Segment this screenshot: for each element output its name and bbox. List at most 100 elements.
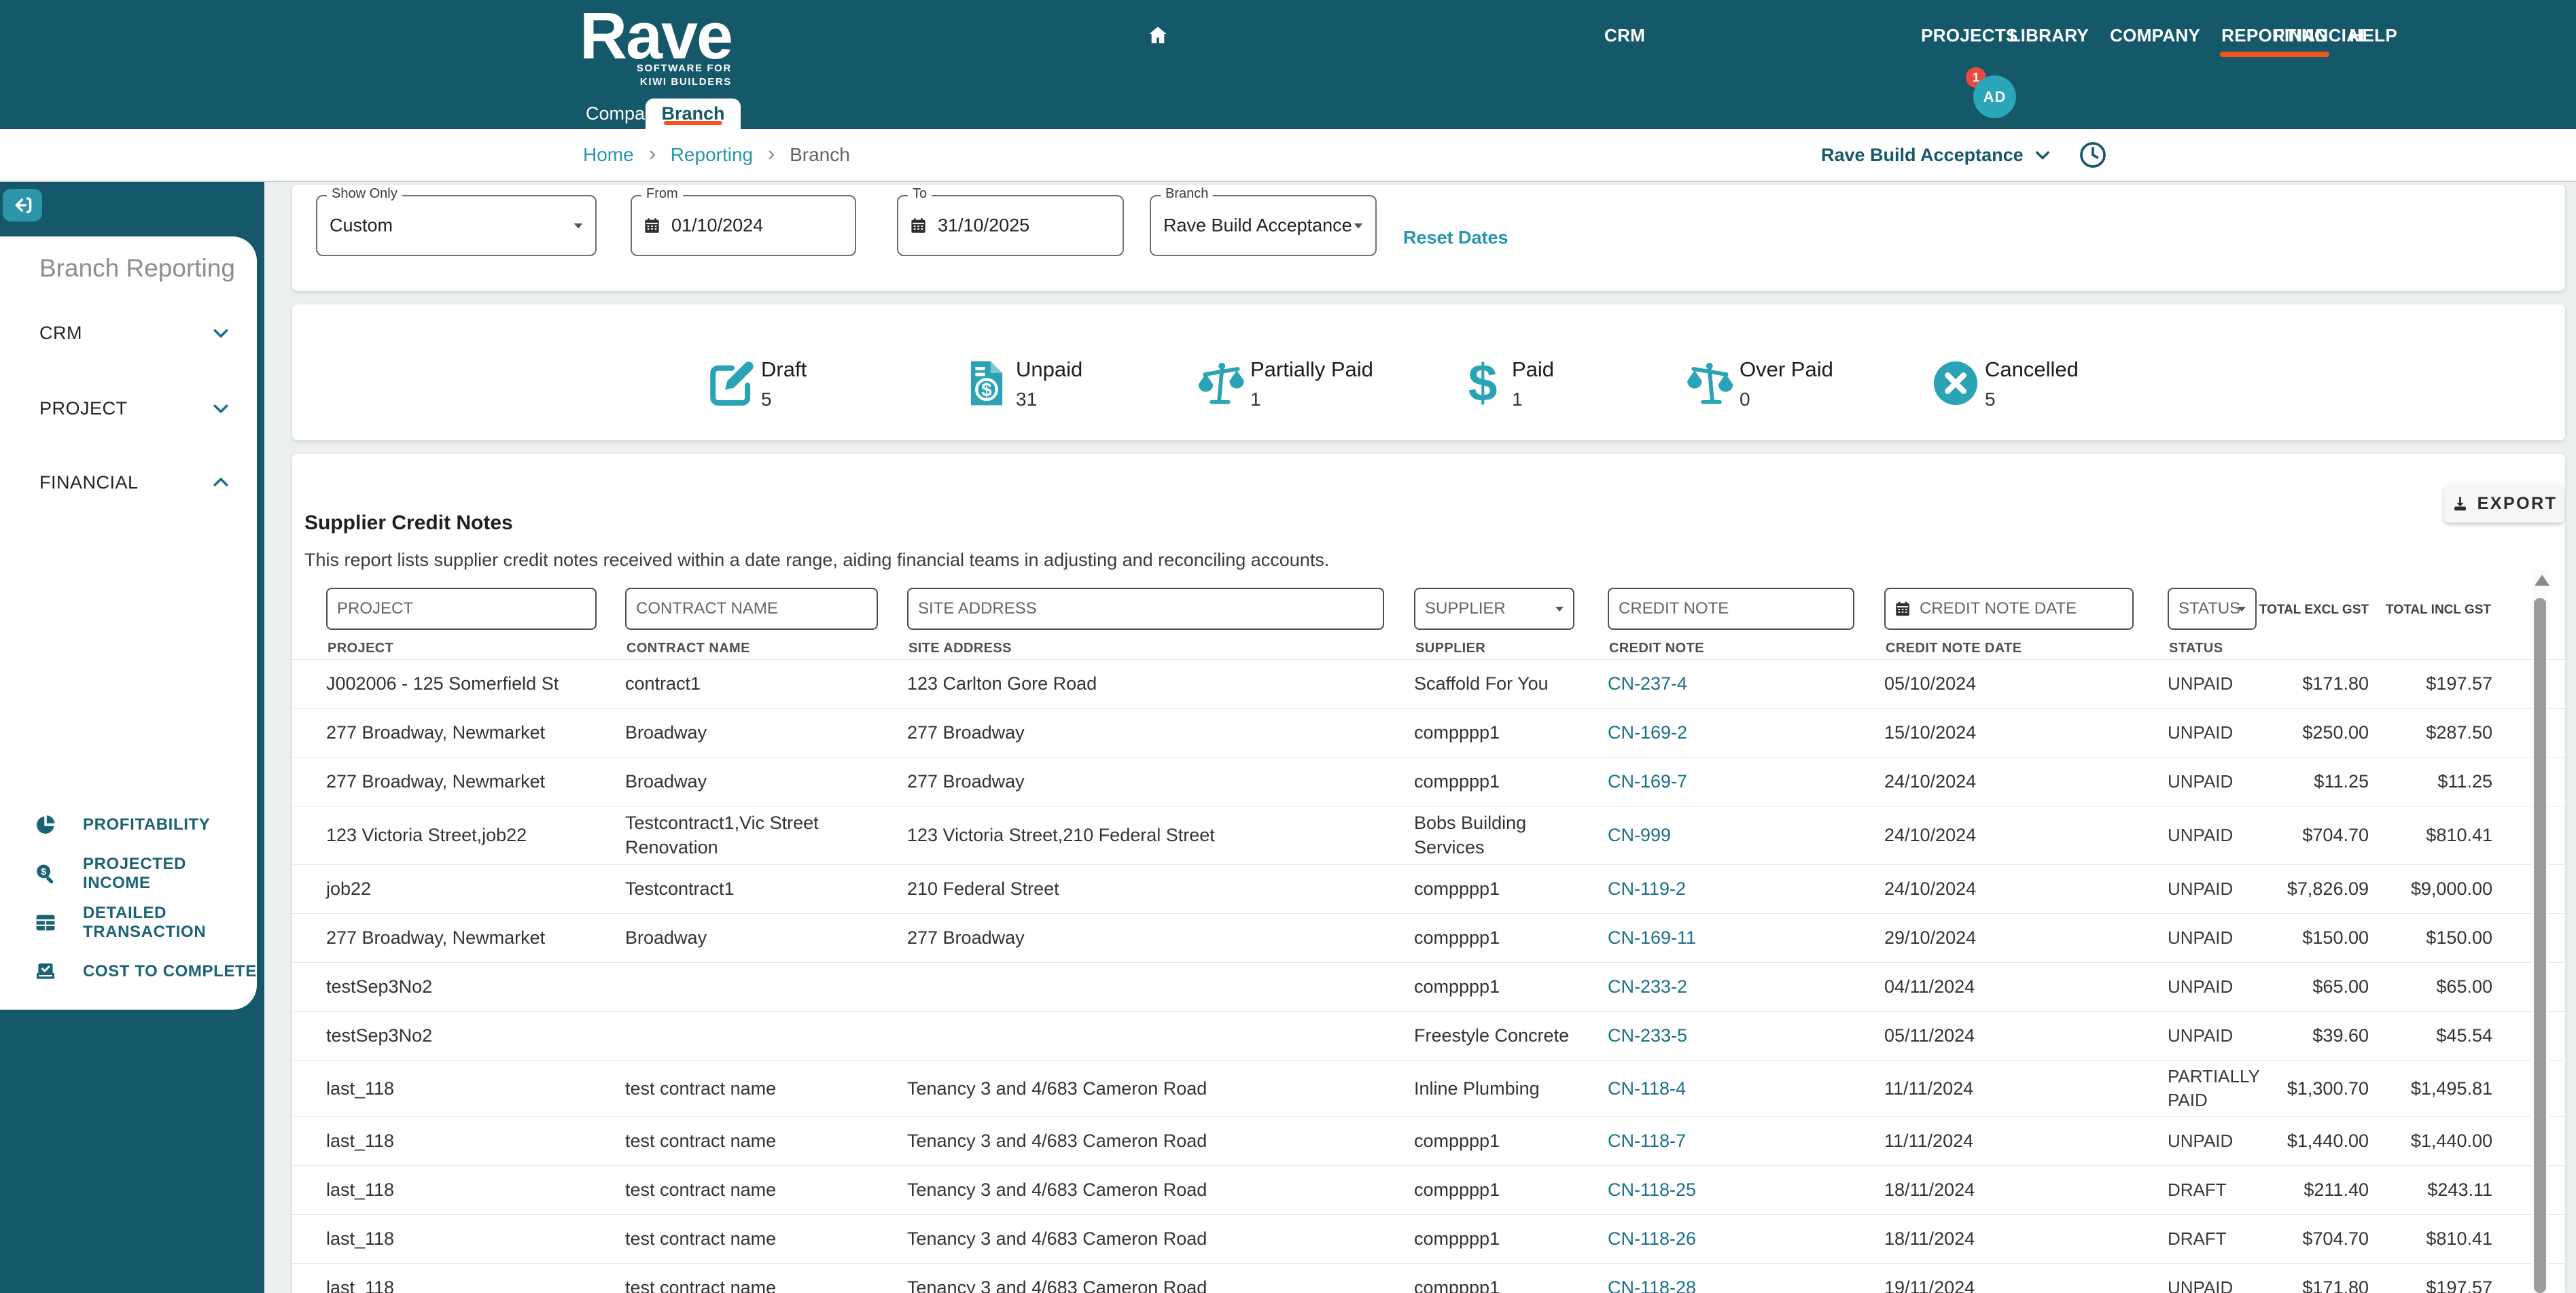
- cell-status: UNPAID: [2168, 673, 2234, 694]
- sidebar-item[interactable]: PROFITABILITY: [0, 800, 257, 849]
- cell-status: UNPAID: [2168, 976, 2234, 997]
- cell-total-incl-gst: $45.54: [2436, 1025, 2492, 1046]
- cell-total-incl-gst: $9,000.00: [2410, 879, 2492, 900]
- cell-project: testSep3No2: [326, 976, 433, 997]
- status-count: 5: [761, 389, 772, 410]
- status-item[interactable]: Cancelled 5: [1930, 356, 2079, 410]
- cell-total-excl-gst: $171.80: [2302, 673, 2369, 694]
- scrollbar-up-arrow[interactable]: [2535, 575, 2549, 586]
- projected-income-icon: $: [34, 862, 57, 885]
- avatar[interactable]: AD: [1973, 75, 2016, 118]
- cell-supplier: compppp1: [1414, 927, 1500, 949]
- top-bar: Rave SOFTWARE FOR KIWI BUILDERS CRM PROJE…: [0, 0, 2576, 129]
- to-date-field[interactable]: To 31/10/2025: [897, 186, 1124, 256]
- cell-site-address: Tenancy 3 and 4/683 Cameron Road: [907, 1228, 1207, 1250]
- status-item[interactable]: Partially Paid 1: [1196, 356, 1373, 410]
- reset-dates-link[interactable]: Reset Dates: [1403, 228, 1508, 249]
- sidebar-collapse-button[interactable]: [3, 189, 42, 222]
- table-row: 123 Victoria Street,job22 Testcontract1,…: [292, 807, 2565, 865]
- credit-note-date-filter[interactable]: [1884, 588, 2134, 630]
- cell-status: UNPAID: [2168, 1025, 2234, 1046]
- supplier-filter-input[interactable]: [1415, 589, 1573, 628]
- sidebar-item[interactable]: DETAILED TRANSACTION: [0, 898, 257, 947]
- over-paid-icon: [1685, 356, 1735, 410]
- credit-note-filter: [1608, 588, 1854, 630]
- credit-note-link[interactable]: CN-169-11: [1608, 925, 1812, 950]
- tab-branch[interactable]: Branch: [646, 99, 741, 129]
- clock-icon[interactable]: [2078, 140, 2108, 170]
- sidebar-panel: Branch Reporting CRM PROJECT FINANCIAL C…: [0, 236, 1880, 1010]
- sidebar-items: CLIENT INVOICES QUOTE REQUESTS QUOTES $ …: [0, 507, 1880, 996]
- home-icon[interactable]: [1147, 24, 1169, 46]
- cell-status: PARTIALLY PAID: [2168, 1065, 2260, 1110]
- project-filter-input[interactable]: [328, 589, 595, 628]
- credit-note-link[interactable]: CN-118-7: [1608, 1129, 1812, 1153]
- nav-item[interactable]: REPORTING: [2220, 24, 2330, 57]
- cell-contract-name: Broadway: [625, 722, 707, 743]
- credit-note-link[interactable]: CN-118-28: [1608, 1275, 1812, 1293]
- credit-note-link[interactable]: CN-233-2: [1608, 974, 1812, 999]
- nav-item[interactable]: COMPANY: [2110, 25, 2200, 46]
- sidebar-item[interactable]: $ PROJECTED INCOME: [0, 849, 257, 898]
- cell-supplier: compppp1: [1414, 771, 1500, 792]
- cell-total-excl-gst: $704.70: [2302, 1228, 2369, 1250]
- credit-note-link[interactable]: CN-233-5: [1608, 1023, 1812, 1048]
- credit-note-link[interactable]: CN-237-4: [1608, 671, 1812, 696]
- scrollbar-thumb[interactable]: [2534, 598, 2546, 1293]
- sidebar-item[interactable]: COST TO COMPLETE: [0, 947, 257, 996]
- cell-status: UNPAID: [2168, 878, 2234, 899]
- column-header-total-incl: TOTAL INCL GST: [2386, 603, 2491, 617]
- credit-note-date-filter-input[interactable]: [1886, 589, 2132, 628]
- credit-note-link[interactable]: CN-118-25: [1608, 1177, 1812, 1202]
- table-row: 277 Broadway, Newmarket Broadway 277 Bro…: [292, 709, 2565, 758]
- calendar-icon: [909, 217, 928, 235]
- status-item[interactable]: $ Paid 1: [1458, 356, 1554, 410]
- chevron-down-icon[interactable]: [2033, 145, 2052, 164]
- nav-item-label: REPORTING: [2221, 24, 2329, 46]
- cell-project: last_118: [326, 1078, 395, 1099]
- contract-name-filter-input[interactable]: [627, 589, 877, 628]
- status-item[interactable]: $ Unpaid 31: [961, 356, 1082, 410]
- sidebar-section-crm[interactable]: CRM: [39, 318, 231, 348]
- credit-note-link[interactable]: CN-169-2: [1608, 720, 1812, 745]
- branch-selector[interactable]: Rave Build Acceptance: [1821, 145, 2024, 166]
- section-label: PROJECT: [39, 397, 128, 419]
- cell-site-address: Tenancy 3 and 4/683 Cameron Road: [907, 1277, 1207, 1293]
- status-item[interactable]: Over Paid 0: [1685, 356, 1833, 410]
- column-header-project: PROJECT: [328, 641, 394, 656]
- cell-supplier: compppp1: [1414, 879, 1500, 900]
- credit-note-link[interactable]: CN-169-7: [1608, 769, 1812, 794]
- branch-select[interactable]: Branch Rave Build Acceptance: [1150, 186, 1377, 256]
- credit-note-link[interactable]: CN-999: [1608, 823, 1812, 847]
- sidebar-section-financial[interactable]: FINANCIAL: [39, 467, 231, 497]
- report-card: Supplier Credit Notes This report lists …: [292, 454, 2565, 1293]
- cell-credit-note-date: 24/10/2024: [1884, 771, 1977, 792]
- nav-item[interactable]: LIBRARY: [2009, 25, 2089, 46]
- supplier-filter[interactable]: [1414, 588, 1574, 630]
- sidebar-section-project[interactable]: PROJECT: [39, 393, 231, 423]
- show-only-select[interactable]: Show Only Custom: [316, 186, 597, 256]
- site-address-filter-input[interactable]: [908, 589, 1383, 628]
- credit-note-link[interactable]: CN-118-26: [1608, 1226, 1812, 1251]
- nav-item[interactable]: PROJECTS: [1921, 25, 2018, 46]
- export-button[interactable]: EXPORT: [2444, 484, 2564, 522]
- field-label: Branch: [1161, 186, 1214, 202]
- cell-credit-note-date: 29/10/2024: [1884, 927, 1977, 949]
- cell-supplier: compppp1: [1414, 1180, 1500, 1201]
- cell-status: UNPAID: [2168, 771, 2234, 792]
- cell-total-excl-gst: $7,826.09: [2287, 879, 2369, 900]
- credit-note-filter-input[interactable]: [1609, 589, 1853, 628]
- nav-item[interactable]: CRM: [1604, 25, 1645, 46]
- credit-note-link[interactable]: CN-119-2: [1608, 876, 1812, 901]
- breadcrumb-current: Branch: [790, 144, 850, 165]
- from-date-field[interactable]: From 01/10/2024: [631, 186, 856, 256]
- nav-item[interactable]: HELP: [2349, 25, 2397, 46]
- cell-supplier: Scaffold For You: [1414, 673, 1549, 694]
- cell-project: job22: [326, 879, 372, 900]
- cell-total-excl-gst: $11.25: [2314, 771, 2369, 792]
- status-item[interactable]: Draft 5: [707, 356, 807, 410]
- svg-text:$: $: [41, 867, 46, 878]
- credit-note-link[interactable]: CN-118-4: [1608, 1076, 1812, 1101]
- breadcrumb-home[interactable]: Home: [583, 144, 634, 166]
- breadcrumb-reporting[interactable]: Reporting: [671, 144, 753, 166]
